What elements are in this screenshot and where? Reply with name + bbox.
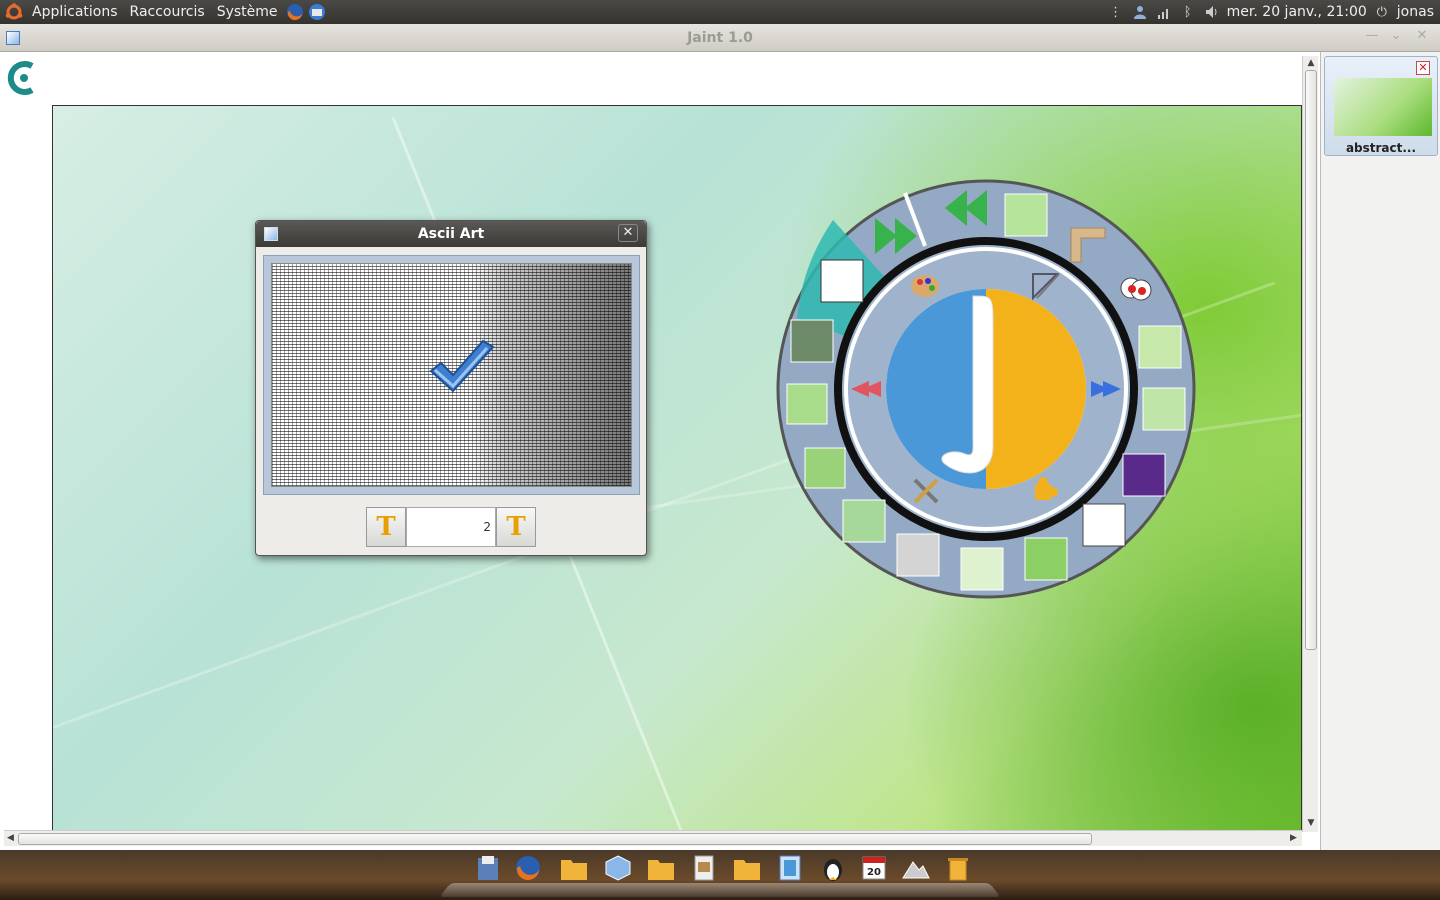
horizontal-scrollbar[interactable]: ◀ ▶ xyxy=(4,830,1302,846)
volume-icon[interactable] xyxy=(1203,3,1221,21)
calendar-day: 20 xyxy=(867,867,881,878)
text-icon: T xyxy=(506,512,526,542)
clock[interactable]: mer. 20 janv., 21:00 xyxy=(1227,4,1367,20)
filter-thumb-11[interactable] xyxy=(960,547,1004,591)
app-area: ▲ ▼ ◀ ▶ ✕ abstract... xyxy=(0,52,1440,850)
scroll-up-icon[interactable]: ▲ xyxy=(1306,58,1316,68)
folder-icon[interactable] xyxy=(645,852,677,884)
window-titlebar[interactable]: Jaint 1.0 — ⌄ ✕ xyxy=(0,24,1440,52)
filter-thumb-1[interactable] xyxy=(1004,193,1048,237)
filter-thumb-12[interactable] xyxy=(1024,537,1068,581)
filter-thumb-6[interactable] xyxy=(804,447,846,489)
scroll-down-icon[interactable]: ▼ xyxy=(1306,818,1316,828)
filter-thumb-9[interactable] xyxy=(1082,503,1126,547)
filter-thumb-5[interactable] xyxy=(1142,387,1186,431)
photo-icon[interactable] xyxy=(900,852,932,884)
image-sidebar: ✕ abstract... xyxy=(1320,52,1440,850)
menu-systeme[interactable]: Système xyxy=(211,0,284,24)
ascii-art-dialog: Ascii Art ✕ T 2 T xyxy=(255,220,647,556)
document-icon[interactable] xyxy=(688,852,720,884)
vertical-scroll-thumb[interactable] xyxy=(1305,70,1317,650)
dialog-close-button[interactable]: ✕ xyxy=(618,224,638,242)
jaint-center-logo[interactable] xyxy=(886,289,1086,489)
filter-thumb-8[interactable] xyxy=(842,499,886,543)
folder-icon[interactable] xyxy=(558,852,590,884)
vertical-scrollbar[interactable]: ▲ ▼ xyxy=(1302,56,1318,832)
apply-check-icon[interactable] xyxy=(427,339,497,399)
palette-icon[interactable] xyxy=(911,275,939,297)
jaint-logo-icon[interactable] xyxy=(4,58,44,98)
network-icon[interactable] xyxy=(1155,3,1173,21)
ascii-preview-image xyxy=(271,263,632,487)
thunderbird-launcher-icon[interactable] xyxy=(306,1,328,23)
user-status-icon[interactable] xyxy=(1131,3,1149,21)
folder-icon[interactable] xyxy=(731,852,763,884)
maximize-button[interactable]: ⌄ xyxy=(1386,27,1406,45)
text-icon: T xyxy=(376,512,396,542)
minimize-button[interactable]: — xyxy=(1362,27,1382,45)
filter-thumb-ascii[interactable] xyxy=(820,259,864,303)
window-title: Jaint 1.0 xyxy=(687,30,753,46)
text-size-decrease-button[interactable]: T xyxy=(366,507,406,547)
radial-menu xyxy=(776,179,1196,599)
scroll-right-icon[interactable]: ▶ xyxy=(1290,833,1297,843)
filter-thumb-10[interactable] xyxy=(896,533,940,577)
filter-thumb-7[interactable] xyxy=(1122,453,1166,497)
menu-raccourcis[interactable]: Raccourcis xyxy=(124,0,211,24)
firefox-icon[interactable] xyxy=(512,852,544,884)
thumbnail-label: abstract... xyxy=(1345,141,1417,155)
text-size-spinner[interactable]: 2 xyxy=(406,507,496,547)
ascii-controls: T 2 T xyxy=(366,507,536,547)
filter-thumb-2[interactable] xyxy=(790,319,834,363)
filter-thumb-4[interactable] xyxy=(786,383,828,425)
dock-shelf xyxy=(439,883,1001,898)
firefox-launcher-icon[interactable] xyxy=(284,1,306,23)
text-size-increase-button[interactable]: T xyxy=(496,507,536,547)
ubuntu-logo-icon[interactable] xyxy=(4,2,24,22)
top-panel: Applications Raccourcis Système ⋮ ᛒ mer.… xyxy=(0,0,1440,24)
user-name[interactable]: jonas xyxy=(1397,4,1434,20)
calendar-icon[interactable]: 20 xyxy=(858,852,890,884)
close-window-button[interactable]: ✕ xyxy=(1412,27,1432,45)
menu-applications[interactable]: Applications xyxy=(26,0,124,24)
horizontal-scroll-thumb[interactable] xyxy=(18,833,1092,845)
cube-icon[interactable] xyxy=(602,852,634,884)
tray-menu-icon[interactable]: ⋮ xyxy=(1107,3,1125,21)
jaint-icon[interactable] xyxy=(774,852,806,884)
dialog-titlebar[interactable]: Ascii Art ✕ xyxy=(256,221,646,247)
tux-icon[interactable] xyxy=(817,852,849,884)
close-thumbnail-icon[interactable]: ✕ xyxy=(1416,61,1430,75)
bluetooth-icon[interactable]: ᛒ xyxy=(1179,3,1197,21)
dialog-title: Ascii Art xyxy=(417,226,485,242)
filter-thumb-3[interactable] xyxy=(1138,325,1182,369)
red-eye-icon[interactable] xyxy=(1120,277,1152,301)
ascii-preview-frame xyxy=(263,255,640,495)
thumbnail-image[interactable] xyxy=(1334,78,1432,136)
files-icon[interactable] xyxy=(472,852,504,884)
image-thumbnail-card[interactable]: ✕ abstract... xyxy=(1324,56,1438,156)
power-icon[interactable]: ⏻ xyxy=(1373,3,1391,21)
trash-icon[interactable] xyxy=(942,852,974,884)
dock: 20 xyxy=(0,850,1440,900)
scroll-left-icon[interactable]: ◀ xyxy=(7,833,14,843)
